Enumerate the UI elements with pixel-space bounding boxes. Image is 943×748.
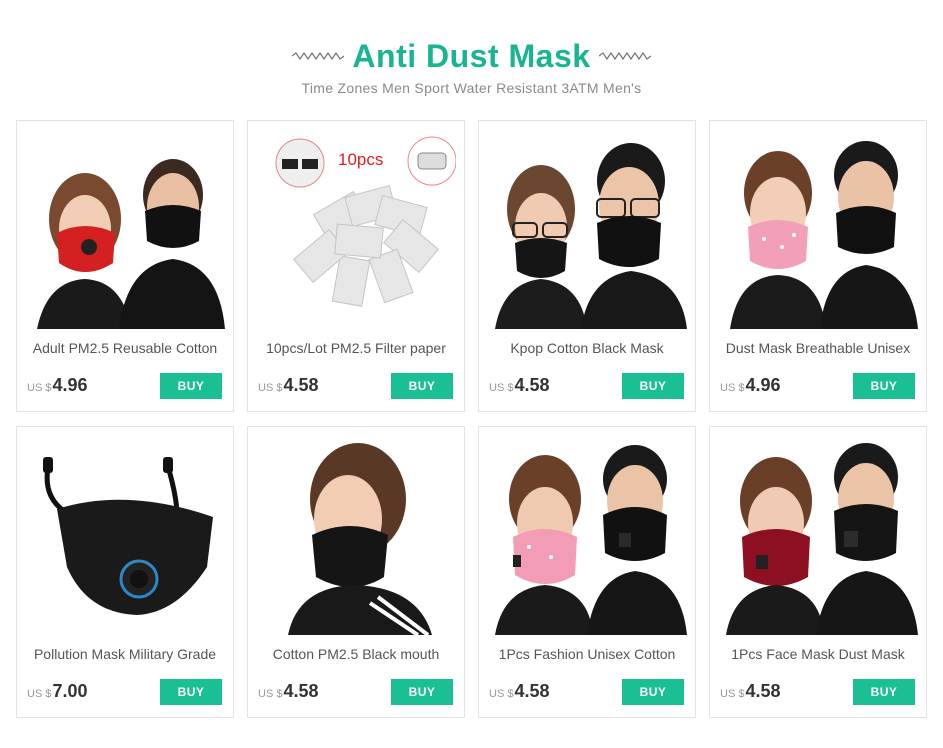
product-name[interactable]: Adult PM2.5 Reusable Cotton bbox=[23, 339, 227, 361]
buy-button[interactable]: BUY bbox=[391, 679, 453, 705]
price-value: 4.58 bbox=[283, 681, 319, 701]
product-name[interactable]: Kpop Cotton Black Mask bbox=[485, 339, 689, 361]
product-price: US $4.58 bbox=[489, 375, 550, 396]
left-squiggle-icon bbox=[292, 51, 345, 61]
title-row: Anti Dust Mask bbox=[0, 36, 943, 76]
product-name[interactable]: Pollution Mask Military Grade bbox=[23, 645, 227, 667]
currency-label: US $ bbox=[720, 382, 745, 394]
page-subtitle: Time Zones Men Sport Water Resistant 3AT… bbox=[301, 80, 642, 96]
currency-label: US $ bbox=[489, 382, 514, 394]
buy-button[interactable]: BUY bbox=[622, 373, 684, 399]
page-title: Anti Dust Mask bbox=[352, 37, 591, 74]
section-header: Anti Dust Mask Time Zones Men Sport Wate… bbox=[0, 36, 943, 96]
price-value: 4.58 bbox=[514, 681, 550, 701]
product-card[interactable]: 1Pcs Face Mask Dust Mask US $4.58 BUY bbox=[709, 426, 927, 718]
price-value: 4.96 bbox=[52, 375, 88, 395]
product-card[interactable]: 10pcs 10pcs/Lot PM2.5 Filter paper US $4… bbox=[247, 120, 465, 412]
product-name[interactable]: 1Pcs Fashion Unisex Cotton bbox=[485, 645, 689, 667]
currency-label: US $ bbox=[27, 688, 52, 700]
product-price: US $4.58 bbox=[258, 375, 319, 396]
product-price: US $4.58 bbox=[258, 681, 319, 702]
buy-button[interactable]: BUY bbox=[622, 679, 684, 705]
product-price: US $7.00 bbox=[27, 681, 88, 702]
product-image[interactable] bbox=[27, 437, 225, 635]
currency-label: US $ bbox=[720, 688, 745, 700]
price-value: 7.00 bbox=[52, 681, 88, 701]
buy-button[interactable]: BUY bbox=[853, 679, 915, 705]
buy-button[interactable]: BUY bbox=[160, 679, 222, 705]
currency-label: US $ bbox=[258, 688, 283, 700]
product-image[interactable] bbox=[720, 131, 918, 329]
product-card[interactable]: Dust Mask Breathable Unisex US $4.96 BUY bbox=[709, 120, 927, 412]
price-value: 4.58 bbox=[283, 375, 319, 395]
currency-label: US $ bbox=[27, 382, 52, 394]
product-name[interactable]: Cotton PM2.5 Black mouth bbox=[254, 645, 458, 667]
product-image[interactable]: 10pcs bbox=[258, 131, 456, 329]
product-price: US $4.96 bbox=[27, 375, 88, 396]
right-squiggle-icon bbox=[598, 51, 651, 61]
product-price: US $4.58 bbox=[720, 681, 781, 702]
product-image[interactable] bbox=[489, 437, 687, 635]
product-card[interactable]: Pollution Mask Military Grade US $7.00 B… bbox=[16, 426, 234, 718]
product-image[interactable] bbox=[489, 131, 687, 329]
badge-text: 10pcs bbox=[338, 150, 383, 169]
product-name[interactable]: 1Pcs Face Mask Dust Mask bbox=[716, 645, 920, 667]
product-card[interactable]: Cotton PM2.5 Black mouth US $4.58 BUY bbox=[247, 426, 465, 718]
product-price: US $4.58 bbox=[489, 681, 550, 702]
currency-label: US $ bbox=[258, 382, 283, 394]
product-card[interactable]: 1Pcs Fashion Unisex Cotton US $4.58 BUY bbox=[478, 426, 696, 718]
product-card[interactable]: Adult PM2.5 Reusable Cotton US $4.96 BUY bbox=[16, 120, 234, 412]
currency-label: US $ bbox=[489, 688, 514, 700]
price-value: 4.96 bbox=[745, 375, 781, 395]
buy-button[interactable]: BUY bbox=[853, 373, 915, 399]
product-price: US $4.96 bbox=[720, 375, 781, 396]
product-image[interactable] bbox=[258, 437, 456, 635]
price-value: 4.58 bbox=[514, 375, 550, 395]
product-name[interactable]: Dust Mask Breathable Unisex bbox=[716, 339, 920, 361]
product-card[interactable]: Kpop Cotton Black Mask US $4.58 BUY bbox=[478, 120, 696, 412]
buy-button[interactable]: BUY bbox=[391, 373, 453, 399]
buy-button[interactable]: BUY bbox=[160, 373, 222, 399]
product-image[interactable] bbox=[27, 131, 225, 329]
product-grid: Adult PM2.5 Reusable Cotton US $4.96 BUY… bbox=[16, 120, 930, 718]
product-image[interactable] bbox=[720, 437, 918, 635]
price-value: 4.58 bbox=[745, 681, 781, 701]
product-name[interactable]: 10pcs/Lot PM2.5 Filter paper bbox=[254, 339, 458, 361]
